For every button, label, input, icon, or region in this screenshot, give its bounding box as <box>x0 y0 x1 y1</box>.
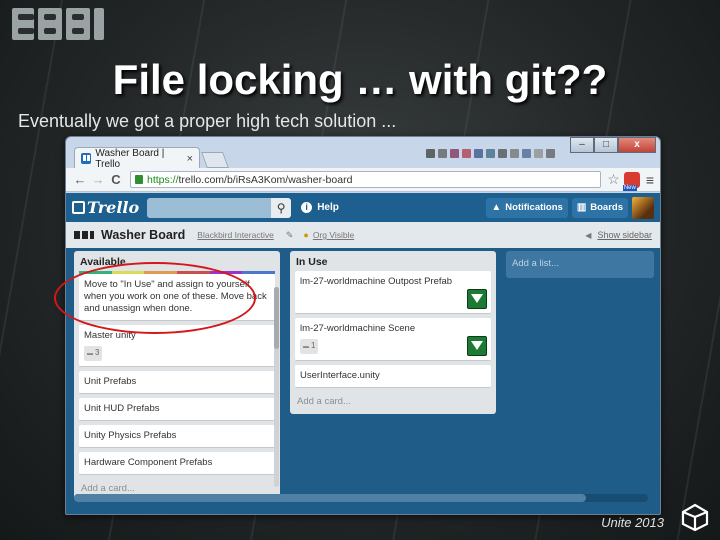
board-org-link[interactable]: Blackbird Interactive <box>197 230 274 240</box>
board-name[interactable]: Washer Board <box>101 228 185 242</box>
unity-logo-icon <box>681 503 709 532</box>
org-visibility-icon: ● <box>303 230 309 240</box>
notifications-button[interactable]: ▲ Notifications <box>486 197 568 218</box>
chevron-left-icon: ◀ <box>585 230 592 240</box>
maximize-button[interactable]: □ <box>594 137 618 153</box>
member-avatar-icon <box>467 336 487 356</box>
bbi-logo <box>12 8 104 40</box>
list-title[interactable]: In Use <box>290 251 496 271</box>
bell-icon: ▲ <box>491 202 502 213</box>
address-bar[interactable]: https:// trello.com/b/iRsA3Kom/washer-bo… <box>130 171 602 188</box>
footer-text: Unite 2013 <box>601 515 664 530</box>
url-scheme: https:// <box>147 173 179 186</box>
highlight-circle <box>54 262 256 334</box>
url-path: trello.com/b/iRsA3Kom/washer-board <box>178 173 353 186</box>
trello-logo[interactable]: Trello <box>72 198 139 217</box>
list-item[interactable]: Unit Prefabs <box>79 371 275 394</box>
board-org-logo-icon <box>74 231 96 239</box>
extension-icon[interactable]: New <box>622 171 640 191</box>
board-header: Washer Board Blackbird Interactive ✎ ● O… <box>66 222 660 248</box>
show-sidebar-link[interactable]: Show sidebar <box>597 230 652 240</box>
lock-icon <box>135 175 143 184</box>
comment-count-badge: 1 <box>300 339 319 354</box>
list-item[interactable]: Hardware Component Prefabs <box>79 452 275 475</box>
list-in-use: In Use lm-27-worldmachine Outpost Prefab… <box>290 251 496 414</box>
pencil-icon[interactable]: ✎ <box>286 230 294 241</box>
tab-close-icon[interactable]: × <box>187 153 193 165</box>
reload-icon[interactable]: C <box>108 172 124 187</box>
trello-logo-text: Trello <box>87 198 140 217</box>
info-icon: i <box>301 202 313 213</box>
search-input[interactable] <box>147 197 272 218</box>
search-icon[interactable]: ⚲ <box>271 197 292 218</box>
list-item[interactable]: UserInterface.unity <box>295 365 491 388</box>
blurred-tab-area <box>426 149 555 158</box>
slide-title: File locking … with git?? <box>112 56 608 103</box>
trello-favicon-icon <box>81 153 92 164</box>
boards-button[interactable]: ▥ Boards <box>571 197 628 218</box>
boards-label: Boards <box>590 202 623 213</box>
forward-arrow-icon[interactable]: → <box>90 172 106 187</box>
browser-tab[interactable]: Washer Board | Trello × <box>74 147 200 170</box>
slide-subtitle: Eventually we got a proper high tech sol… <box>18 111 397 131</box>
browser-menu-icon[interactable]: ≡ <box>646 172 654 188</box>
add-list-input[interactable]: Add a list... <box>506 251 654 278</box>
back-arrow-icon[interactable]: ← <box>72 172 88 187</box>
comment-count-badge: 3 <box>84 346 103 361</box>
close-window-button[interactable]: x <box>618 137 656 153</box>
list-item[interactable]: lm-27-worldmachine Outpost Prefab <box>295 271 491 314</box>
trello-header: Trello ⚲ i Help ▲ Notifications ▥ Boards <box>66 193 660 222</box>
help-button[interactable]: i Help <box>301 202 339 213</box>
avatar[interactable] <box>632 196 654 219</box>
list-scrollbar[interactable] <box>274 287 279 487</box>
trello-logo-icon <box>72 201 85 214</box>
member-avatar-icon <box>467 289 487 309</box>
boards-icon: ▥ <box>576 202 587 213</box>
new-tab-button[interactable] <box>201 152 229 168</box>
notifications-label: Notifications <box>505 202 563 213</box>
list-item[interactable]: Unit HUD Prefabs <box>79 398 275 421</box>
list-item[interactable]: Unity Physics Prefabs <box>79 425 275 448</box>
org-visible-link[interactable]: Org Visible <box>313 230 354 240</box>
add-card-link[interactable]: Add a card... <box>290 392 496 414</box>
bookmark-star-icon[interactable]: ☆ <box>607 171 620 188</box>
minimize-button[interactable]: – <box>570 137 594 153</box>
list-item[interactable]: lm-27-worldmachine Scene 1 <box>295 318 491 361</box>
help-label: Help <box>317 202 339 213</box>
browser-toolbar: ← → C https:// trello.com/b/iRsA3Kom/was… <box>66 168 660 192</box>
board-horizontal-scrollbar[interactable] <box>74 494 648 502</box>
window-controls: – □ x <box>570 137 656 153</box>
tab-title: Washer Board | Trello <box>95 147 165 170</box>
extension-new-badge: New <box>622 184 637 191</box>
